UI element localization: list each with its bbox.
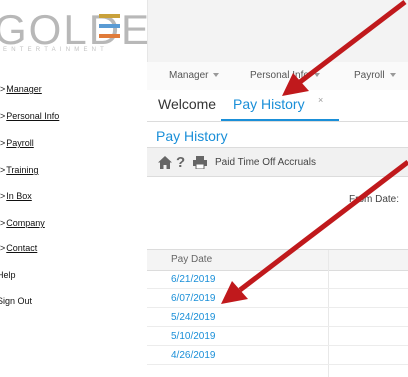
paid-time-off-accruals-link[interactable]: Paid Time Off Accruals	[215, 157, 316, 168]
nav-item-sign-out[interactable]: Sign Out	[0, 296, 32, 306]
chevron-down-icon	[389, 73, 396, 78]
divider	[147, 121, 408, 122]
nav-item-company[interactable]: >Company	[0, 218, 45, 228]
logo-bars	[99, 14, 120, 44]
nav-item-personal-info[interactable]: >Personal Info	[0, 111, 59, 121]
nav-item-training[interactable]: >Training	[0, 165, 38, 175]
tab-welcome[interactable]: Welcome	[158, 96, 216, 112]
pay-date-link[interactable]: 4/26/2019	[171, 350, 216, 361]
home-icon[interactable]	[158, 156, 172, 174]
page-title: Pay History	[156, 128, 228, 144]
pay-date-link[interactable]: 6/21/2019	[171, 274, 216, 285]
menu-manager[interactable]: Manager	[169, 70, 220, 81]
close-icon[interactable]: ×	[318, 95, 323, 105]
chevron-down-icon	[213, 73, 220, 78]
pay-date-link[interactable]: 5/10/2019	[171, 331, 216, 342]
from-date-label: From Date:	[349, 194, 400, 205]
logo-subtext: ENTERTAINMENT	[3, 47, 109, 53]
nav-item-in-box[interactable]: >In Box	[0, 191, 32, 201]
column-header-pay-date[interactable]: Pay Date	[171, 254, 212, 265]
tab-pay-history[interactable]: Pay History	[233, 96, 305, 112]
pay-date-link[interactable]: 5/24/2019	[171, 312, 216, 323]
nav-item-payroll[interactable]: >Payroll	[0, 138, 34, 148]
menu-payroll[interactable]: Payroll	[354, 70, 396, 81]
chevron-down-icon	[313, 73, 320, 78]
nav-item-help[interactable]: Help	[0, 270, 16, 280]
company-logo: GOLDEN ENTERTAINMENT	[0, 0, 165, 62]
pay-date-link[interactable]: 6/07/2019	[171, 293, 216, 304]
print-icon[interactable]	[193, 156, 207, 174]
help-icon[interactable]: ?	[176, 154, 185, 171]
nav-item-contact[interactable]: >Contact	[0, 243, 37, 253]
menu-personal-info[interactable]: Personal Info	[250, 70, 320, 81]
header-bar	[147, 0, 408, 62]
nav-item-manager[interactable]: >Manager	[0, 84, 42, 94]
